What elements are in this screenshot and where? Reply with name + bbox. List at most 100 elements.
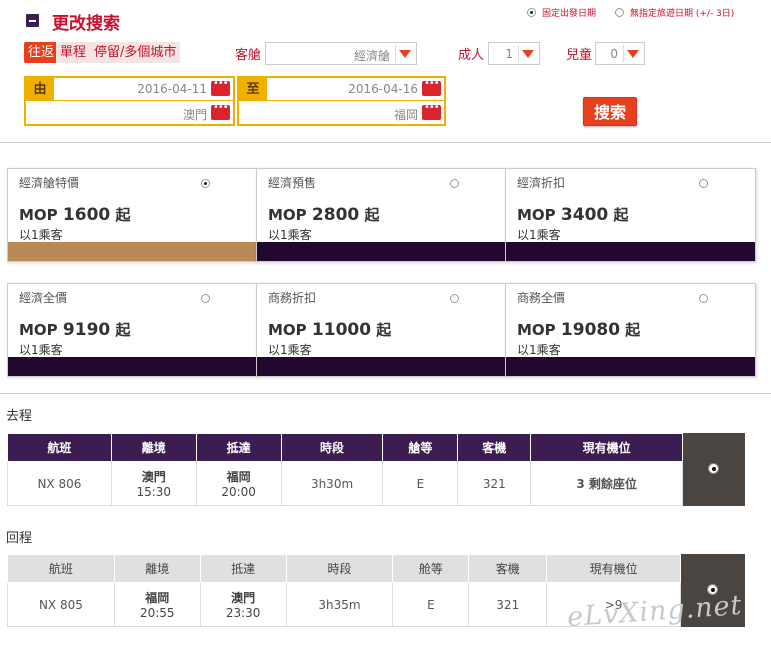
return-date-value: 2016-04-16: [348, 82, 418, 96]
chevron-down-icon[interactable]: [518, 45, 537, 62]
fare-bar: [506, 242, 755, 261]
flight-number: NX 806: [7, 461, 112, 506]
child-label: 兒童: [566, 48, 593, 63]
fare-pax: 以1乘客: [19, 228, 63, 242]
depart-cell: 福岡 20:55: [113, 582, 201, 627]
fare-card[interactable]: 商務折扣 MOP 11000 起 以1乘客: [256, 283, 507, 377]
fixed-date-radio-icon[interactable]: [527, 8, 536, 17]
outbound-select-cell[interactable]: [683, 433, 745, 506]
trip-type-oneway[interactable]: 單程: [56, 42, 91, 63]
origin-value: 澳門: [182, 108, 207, 122]
depart-date-value: 2016-04-11: [137, 82, 207, 96]
fare-radio-icon[interactable]: [699, 179, 708, 188]
fare-name: 經濟艙特價: [19, 176, 80, 190]
col-arrive: 抵達: [199, 554, 287, 583]
fare-bar: [8, 242, 257, 261]
fare-price: MOP 2800 起: [268, 205, 380, 225]
aircraft: 321: [457, 461, 532, 506]
table-row[interactable]: NX 806 澳門 15:30 福岡 20:00 3h30m E 321 3 剩…: [7, 461, 683, 506]
return-box: 至 2016-04-16 福岡: [237, 76, 446, 126]
col-cabin: 艙等: [382, 433, 459, 462]
fare-radio-icon[interactable]: [699, 294, 708, 303]
col-seats: 現有機位: [546, 554, 681, 583]
col-flight: 航班: [7, 433, 112, 462]
calendar-icon[interactable]: [422, 78, 441, 96]
fare-pax: 以1乘客: [19, 343, 63, 357]
fare-card[interactable]: 經濟預售 MOP 2800 起 以1乘客: [256, 168, 507, 262]
destination-value: 福岡: [393, 108, 418, 122]
chevron-down-icon[interactable]: [395, 45, 414, 62]
fare-card[interactable]: 經濟艙特價 MOP 1600 起 以1乘客: [7, 168, 258, 262]
flexible-date-label: 無指定旅遊日期 (+/- 3日): [630, 9, 735, 19]
search-title: 更改搜索: [52, 14, 120, 34]
col-seats: 現有機位: [530, 433, 683, 462]
cabin-label: 客艙: [235, 48, 262, 63]
fare-card[interactable]: 經濟折扣 MOP 3400 起 以1乘客: [505, 168, 756, 262]
adult-select[interactable]: 1: [488, 42, 540, 65]
fare-price: MOP 19080 起: [517, 320, 641, 340]
adult-label: 成人: [458, 48, 485, 63]
search-button[interactable]: 搜索: [583, 97, 637, 126]
fare-price: MOP 9190 起: [19, 320, 131, 340]
fare-price: MOP 11000 起: [268, 320, 392, 340]
col-aircraft: 客機: [457, 433, 532, 462]
col-depart: 離境: [113, 554, 201, 583]
child-value: 0: [610, 47, 618, 61]
divider: [0, 393, 771, 394]
fare-price: MOP 3400 起: [517, 205, 629, 225]
departure-box: 由 2016-04-11 澳門: [24, 76, 235, 126]
fare-bar: [506, 357, 755, 376]
fixed-date-label: 固定出發日期: [542, 9, 597, 19]
col-flight: 航班: [7, 554, 115, 583]
col-aircraft: 客機: [468, 554, 548, 583]
fare-bar: [257, 357, 506, 376]
fare-card[interactable]: 商務全價 MOP 19080 起 以1乘客: [505, 283, 756, 377]
cabin-class: E: [392, 582, 470, 627]
fare-name: 商務全價: [517, 291, 566, 305]
fare-bar: [8, 357, 257, 376]
fare-name: 經濟預售: [268, 176, 317, 190]
col-depart: 離境: [110, 433, 197, 462]
city-picker-icon[interactable]: [422, 102, 441, 120]
child-select[interactable]: 0: [595, 42, 645, 65]
fare-pax: 以1乘客: [517, 228, 561, 242]
outbound-table: 航班 離境 抵達 時段 艙等 客機 現有機位 NX 806 澳門 15:30 福…: [7, 433, 683, 506]
origin-field[interactable]: 澳門: [26, 102, 233, 124]
trip-type-multicity[interactable]: 停留/多個城市: [90, 42, 181, 63]
cabin-value: 經濟艙: [353, 49, 390, 63]
col-cabin: 舱等: [392, 554, 470, 583]
fare-radio-icon[interactable]: [450, 294, 459, 303]
select-radio-icon[interactable]: [708, 463, 719, 474]
return-date-field[interactable]: 2016-04-16: [267, 78, 444, 101]
depart-cell: 澳門 15:30: [110, 461, 197, 506]
fare-radio-icon[interactable]: [201, 294, 210, 303]
duration: 3h35m: [285, 582, 394, 627]
depart-date-field[interactable]: 2016-04-11: [54, 78, 233, 101]
adult-value: 1: [505, 47, 513, 61]
fare-pax: 以1乘客: [517, 343, 561, 357]
flight-number: NX 805: [7, 582, 115, 627]
aircraft: 321: [468, 582, 548, 627]
outbound-title: 去程: [6, 409, 33, 424]
city-picker-icon[interactable]: [211, 102, 230, 120]
fare-card[interactable]: 經濟全價 MOP 9190 起 以1乘客: [7, 283, 258, 377]
return-title: 回程: [6, 531, 33, 546]
fare-price: MOP 1600 起: [19, 205, 131, 225]
table-header-row: 航班 離境 抵達 時段 艙等 客機 現有機位: [7, 433, 683, 462]
collapse-icon[interactable]: [26, 14, 39, 27]
cabin-select[interactable]: 經濟艙: [265, 42, 417, 65]
fare-radio-icon[interactable]: [201, 179, 210, 188]
destination-field[interactable]: 福岡: [239, 102, 444, 124]
trip-type-roundtrip[interactable]: 往返: [24, 42, 59, 63]
duration: 3h30m: [280, 461, 384, 506]
fare-name: 商務折扣: [268, 291, 317, 305]
flexible-date-radio-icon[interactable]: [615, 8, 624, 17]
fixed-date-option[interactable]: 固定出發日期: [527, 6, 596, 19]
fare-name: 經濟折扣: [517, 176, 566, 190]
chevron-down-icon[interactable]: [623, 45, 642, 62]
fare-radio-icon[interactable]: [450, 179, 459, 188]
flight-search-page: 更改搜索 固定出發日期 無指定旅遊日期 (+/- 3日) 往返 單程 停留/多個…: [0, 0, 771, 647]
fare-pax: 以1乘客: [268, 228, 312, 242]
flexible-date-option[interactable]: 無指定旅遊日期 (+/- 3日): [615, 6, 734, 19]
calendar-icon[interactable]: [211, 78, 230, 96]
